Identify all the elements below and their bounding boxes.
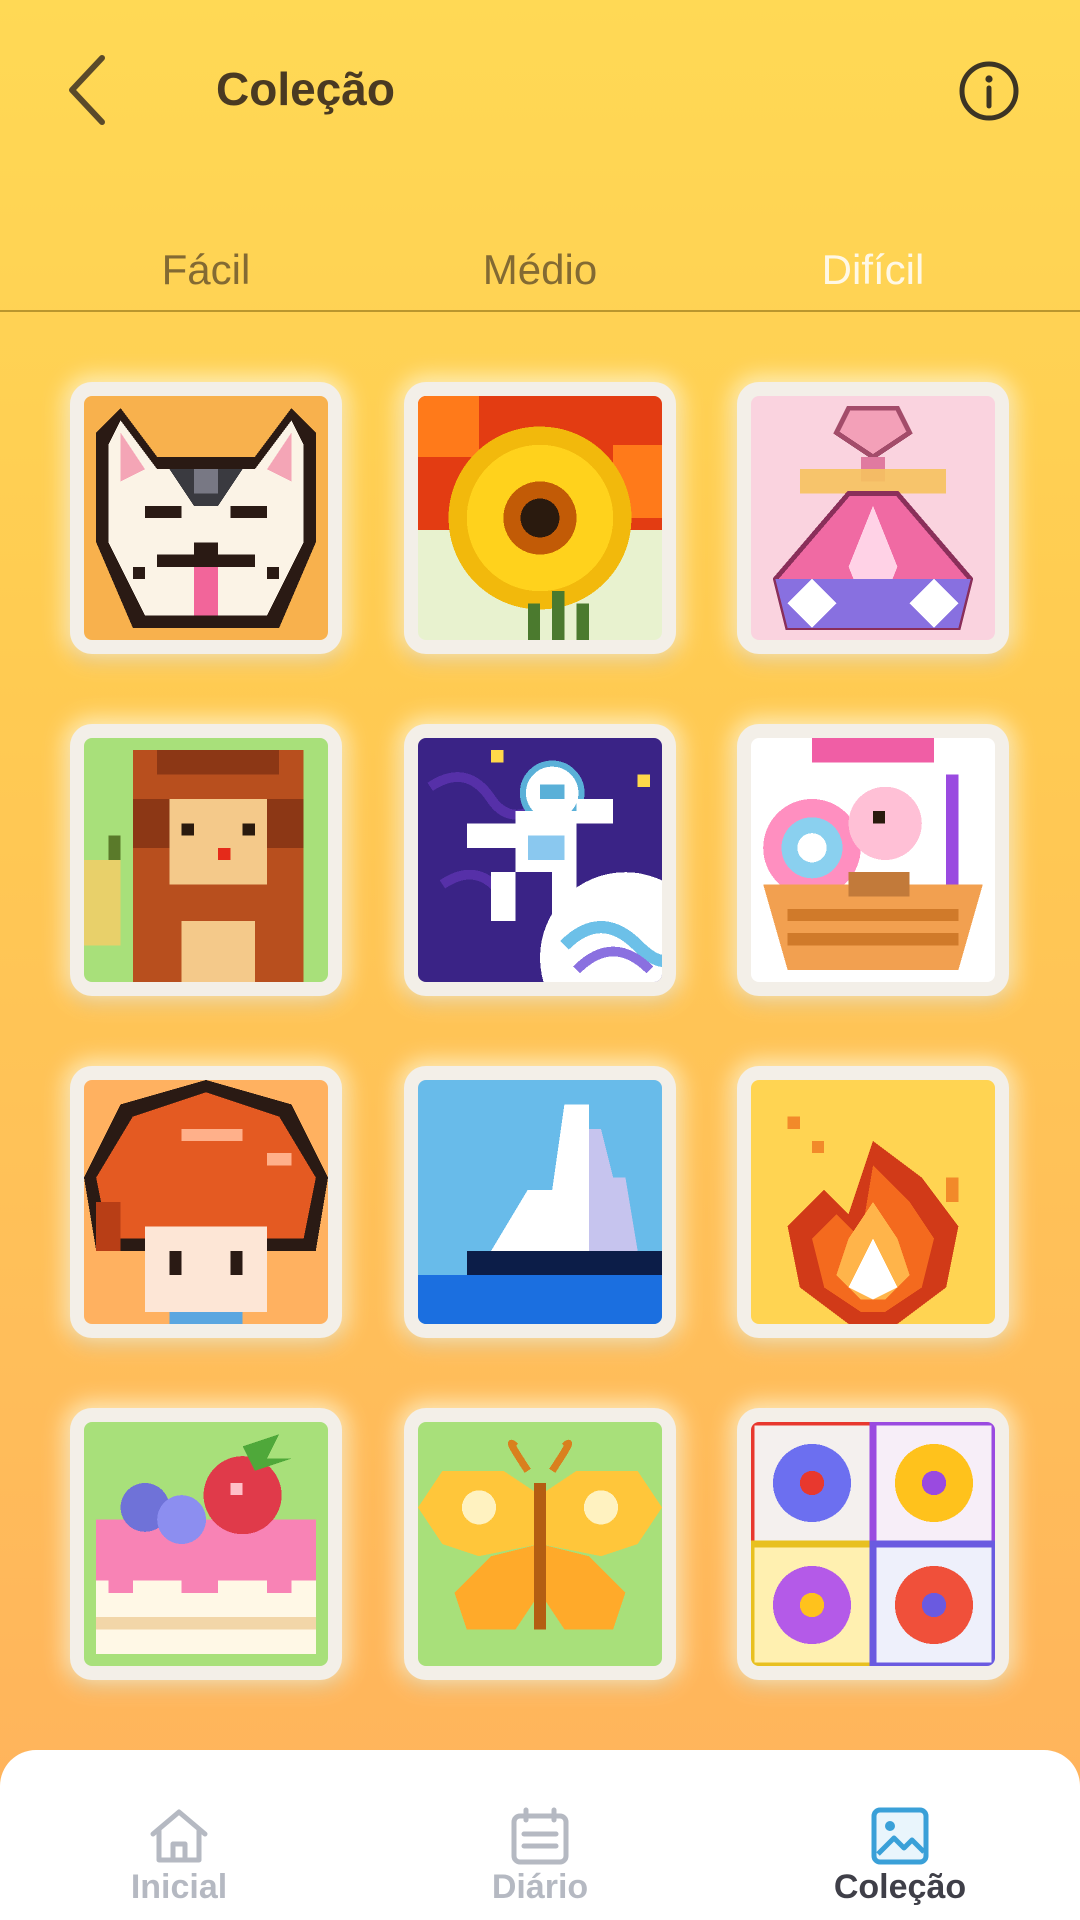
collection-item-monkey[interactable]: [70, 724, 342, 996]
fire-image: [751, 1080, 995, 1324]
calendar-icon: [511, 1807, 569, 1865]
flower-tiles-image: [751, 1422, 995, 1666]
bottom-nav: Inicial Diário Coleção: [0, 1750, 1080, 1920]
nav-item-colecao[interactable]: Coleção: [780, 1750, 1020, 1920]
monkey-image: [84, 738, 328, 982]
astronaut-image: [418, 738, 662, 982]
collection-item-iceberg[interactable]: [404, 1066, 676, 1338]
home-icon: [150, 1809, 208, 1863]
nav-label-diario: Diário: [491, 1868, 589, 1906]
collection-item-perfume[interactable]: [737, 382, 1009, 654]
nav-item-inicial[interactable]: Inicial: [59, 1750, 299, 1920]
nav-item-diario[interactable]: Diário: [420, 1750, 660, 1920]
nav-label-colecao: Coleção: [833, 1868, 967, 1906]
sunflower-image: [418, 396, 662, 640]
bulldog-image: [84, 396, 328, 640]
perfume-image: [751, 396, 995, 640]
collection-item-fire[interactable]: [737, 1066, 1009, 1338]
collection-item-astronaut[interactable]: [404, 724, 676, 996]
collection-item-flower-tiles[interactable]: [737, 1408, 1009, 1680]
collection-item-candy-basket[interactable]: [737, 724, 1009, 996]
collection-item-strawberry-cake[interactable]: [70, 1408, 342, 1680]
collection-item-bulldog[interactable]: [70, 382, 342, 654]
candy-basket-image: [751, 738, 995, 982]
butterfly-image: [418, 1422, 662, 1666]
gallery-icon: [871, 1807, 929, 1865]
strawberry-cake-image: [84, 1422, 328, 1666]
nav-label-inicial: Inicial: [130, 1868, 228, 1906]
collection-item-red-hair-boy[interactable]: [70, 1066, 342, 1338]
collection-item-sunflower[interactable]: [404, 382, 676, 654]
collection-grid: [0, 0, 1080, 1740]
iceberg-image: [418, 1080, 662, 1324]
collection-item-butterfly[interactable]: [404, 1408, 676, 1680]
red-hair-boy-image: [84, 1080, 328, 1324]
